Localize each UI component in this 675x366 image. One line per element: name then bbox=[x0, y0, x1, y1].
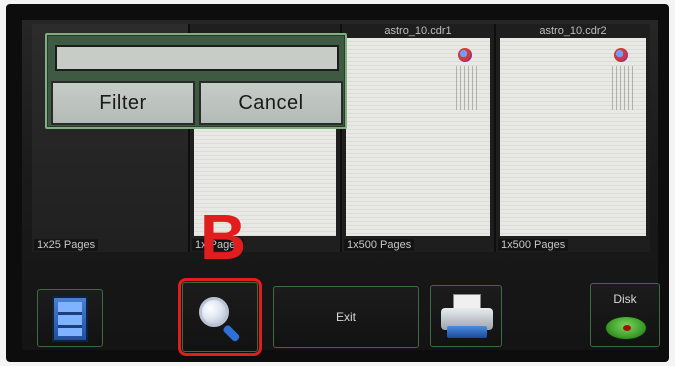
thumbnail-page-preview bbox=[500, 38, 646, 236]
filter-button[interactable]: Filter bbox=[51, 81, 195, 125]
disk-button[interactable]: Disk bbox=[590, 283, 660, 347]
filter-input[interactable] bbox=[55, 45, 339, 71]
thumbnail-filename: astro_10.cdr2 bbox=[539, 25, 607, 37]
thumbnail-item[interactable]: astro_10.cdr2 1x500 Pages bbox=[496, 24, 650, 252]
film-strip-button[interactable] bbox=[37, 289, 103, 347]
thumbnail-page-preview bbox=[346, 38, 490, 236]
disk-label: Disk bbox=[613, 292, 637, 306]
annotation-marker: B bbox=[200, 201, 247, 273]
film-strip-icon bbox=[52, 296, 88, 342]
thumbnail-item[interactable]: astro_10.cdr1 1x500 Pages bbox=[342, 24, 496, 252]
thumbnail-page-count: 1x500 Pages bbox=[498, 239, 569, 251]
annotation-highlight-box bbox=[178, 278, 262, 356]
print-button[interactable] bbox=[430, 285, 502, 347]
document-logo bbox=[454, 48, 480, 114]
thumbnail-page-count: 1x500 Pages bbox=[344, 239, 415, 251]
disk-icon bbox=[605, 316, 647, 340]
printer-icon bbox=[441, 294, 493, 340]
thumbnail-filename: astro_10.cdr1 bbox=[384, 25, 452, 37]
filter-dialog: Filter Cancel bbox=[45, 33, 347, 129]
document-logo bbox=[610, 48, 636, 114]
exit-label: Exit bbox=[335, 310, 356, 324]
thumbnail-page-count: 1x25 Pages bbox=[34, 239, 99, 251]
exit-button[interactable]: Exit bbox=[273, 286, 419, 348]
cancel-button[interactable]: Cancel bbox=[199, 81, 343, 125]
